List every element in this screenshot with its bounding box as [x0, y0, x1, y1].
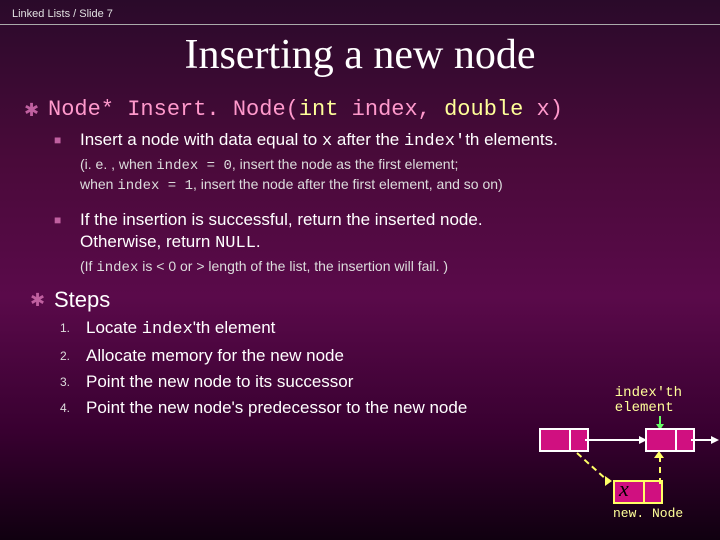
list-node-indexth [645, 428, 695, 452]
x-value-label: x [619, 476, 629, 502]
bullet-insert-desc: ■ Insert a node with data equal to x aft… [54, 129, 696, 153]
new-node-label: new. Node [613, 506, 683, 521]
sub-note-1b: when index = 1, insert the node after th… [80, 175, 696, 195]
sub-note-1a: (i. e. , when index = 0, insert the node… [80, 155, 696, 175]
step-4: 4. Point the new node's predecessor to t… [60, 397, 540, 419]
slide-content: ✱ Node* Insert. Node(int index, double x… [0, 97, 720, 419]
steps-heading: ✱ Steps [30, 287, 696, 313]
arrow-icon [691, 439, 713, 441]
successor-pointer-icon [659, 456, 661, 484]
signature-line: ✱ Node* Insert. Node(int index, double x… [24, 97, 696, 123]
successor-arrowhead-icon [654, 451, 664, 458]
bullet-icon: ✱ [24, 97, 48, 123]
step-2: 2. Allocate memory for the new node [60, 345, 540, 367]
divider [0, 24, 720, 25]
arrowhead-icon [711, 436, 719, 444]
bullet-return-desc: ■ If the insertion is successful, return… [54, 209, 696, 255]
arrow-icon [585, 439, 641, 441]
square-bullet-icon: ■ [54, 209, 80, 255]
step-1: 1. Locate index'th element [60, 317, 540, 341]
breadcrumb: Linked Lists / Slide 7 [0, 0, 720, 24]
step-3: 3. Point the new node to its successor [60, 371, 540, 393]
index-th-label: index'thelement [615, 386, 682, 416]
list-node-prev [539, 428, 589, 452]
bullet-icon: ✱ [30, 287, 54, 313]
sub-note-2: (If index is < 0 or > length of the list… [80, 257, 696, 277]
function-signature: Node* Insert. Node(int index, double x) [48, 97, 563, 123]
square-bullet-icon: ■ [54, 129, 80, 153]
predecessor-arrowhead-icon [605, 476, 612, 486]
arrowhead-icon [639, 436, 647, 444]
linked-list-diagram: index'thelement x new. Node [535, 394, 710, 514]
predecessor-pointer-icon [576, 452, 604, 478]
page-title: Inserting a new node [0, 31, 720, 79]
